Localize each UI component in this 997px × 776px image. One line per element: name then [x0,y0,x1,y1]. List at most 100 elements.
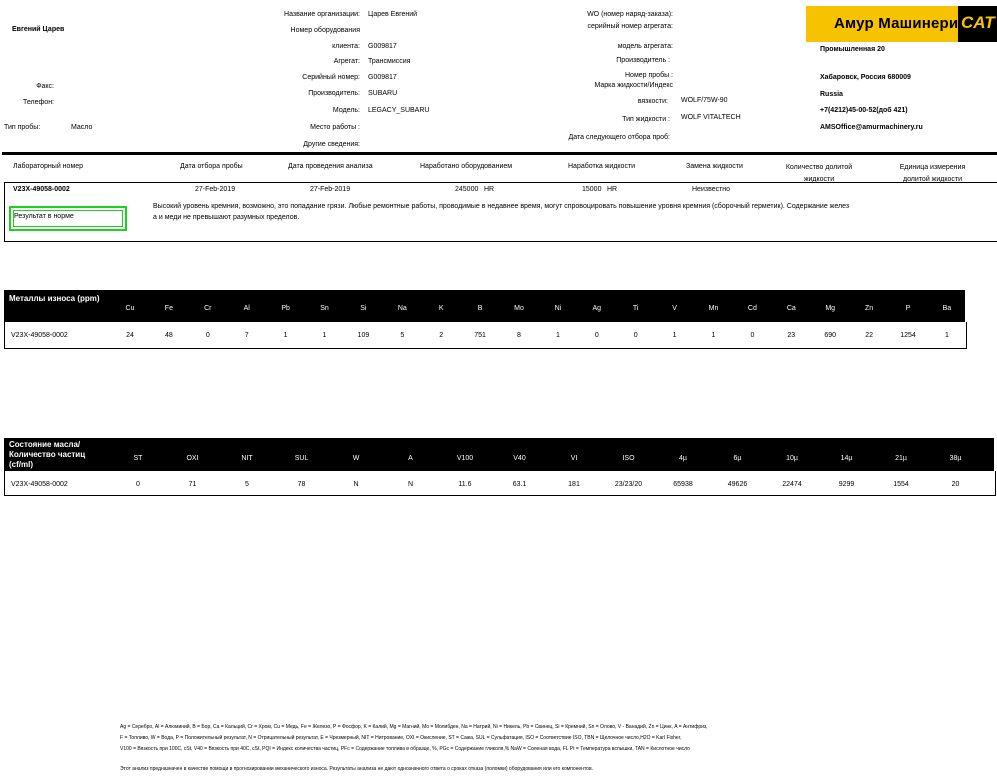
condition-col-9: ISO [622,455,635,462]
metals-col-9: B [477,305,483,312]
metals-col-8: K [438,305,444,312]
legend-line-2: F = Топливо, W = Вода, P = Положительный… [120,735,682,741]
metals-value-14: 1 [672,332,677,339]
condition-col-6: V100 [456,455,474,462]
metals-value-6: 109 [357,332,370,339]
metals-value-11: 1 [555,332,560,339]
metals-value-0: 24 [126,332,134,339]
metals-value-16: 0 [750,332,755,339]
fluid-type-value: WOLF VITALTECH [681,114,741,121]
condition-col-3: SUL [294,455,309,462]
metals-col-5: Sn [320,305,329,312]
unit-label: Агрегат: [333,58,360,65]
company-city: Хабаровск, Россия 680009 [820,74,911,81]
metals-col-21: Ba [942,305,952,312]
company-country: Russia [820,91,843,98]
metals-value-20: 1254 [900,332,916,339]
sample-number-label: Номер пробы : [625,72,673,79]
result-status-text: Результат в норме [14,213,74,220]
condition-col-14: 21µ [895,455,907,462]
fluid-hours-value: 15000 [582,186,602,193]
model-label: Модель: [332,107,360,114]
metals-value-9: 751 [474,332,486,339]
condition-col-7: V40 [513,455,526,462]
client-label: клиента: [332,43,360,50]
sample-lab-number: V23X-49058-0002 [13,186,70,193]
condition-value-5: N [407,481,414,488]
equip-hours-value: 245000 [455,186,479,193]
sample-type-value: Масло [71,124,93,131]
cat-logo-icon: CAT [958,6,997,42]
company-logo: Амур Машинери CAT [806,6,997,42]
condition-value-8: 181 [568,481,580,488]
metals-col-3: Al [243,305,250,312]
metals-col-7: Na [397,305,407,312]
metals-col-19: Zn [865,305,874,312]
sample-date-value: 27-Feb-2019 [195,186,236,193]
unit-manufacturer-label: Производитель : [616,57,670,64]
col-fluid-change: Замена жидкости [686,163,743,170]
manufacturer-value: SUBARU [368,90,398,97]
metals-value-19: 22 [865,332,873,339]
company-email: AMSOffice@amurmachinery.ru [820,124,923,131]
viscosity-label: вязкости: [637,98,668,105]
company-phone: +7(4212)45-00-52(доб 421) [820,107,908,114]
analysis-date-value: 27-Feb-2019 [310,186,351,193]
condition-col-4: W [352,455,360,462]
customer-name: Евгений Царев [12,26,65,33]
org-name-value: Царев Евгений [368,11,418,18]
condition-value-4: N [353,481,359,488]
metals-col-13: Ti [632,305,639,312]
condition-value-0: 0 [136,481,140,488]
equip-hours-unit: HR [484,186,495,193]
metals-value-5: 1 [322,332,327,339]
unit-serial-label: серийный номер агрегата: [587,23,674,30]
metals-col-10: Mo [514,305,524,312]
col-sample-date: Дата отбора пробы [180,163,243,170]
fax-label: Факс: [36,83,54,90]
fluid-brand-label: Марка жидкости/Индекс [594,82,673,89]
next-sample-label: Дата следующего отбора проб: [568,134,670,141]
result-status-badge: Результат в норме [9,206,127,231]
header-rule [2,152,997,155]
metals-col-16: Cd [747,305,757,312]
col-fluid-hours: Наработка жидкости [568,163,636,170]
legend-line-3: V100 = Вязкость при 100C, cSt, V40 = Вяз… [120,746,690,752]
metals-col-6: Si [360,305,367,312]
metals-col-20: P [905,305,911,312]
equip-number-label: Номер оборудования [290,27,360,34]
metals-value-3: 7 [244,332,249,339]
unit-model-label: модель агрегата: [617,43,673,50]
logo-text: Амур Машинери [834,15,959,32]
manufacturer-label: Производитель: [308,90,360,97]
col-analysis-date: Дата проведения анализа [288,163,373,170]
legend-line-1: Ag = Серебро, Al = Алюминий, B = Бор, Ca… [120,724,708,730]
condition-value-14: 1554 [893,481,909,488]
metals-value-17: 23 [787,332,796,339]
metals-value-18: 690 [824,332,837,339]
condition-col-12: 10µ [786,455,798,462]
serial-label: Серийный номер: [302,74,360,81]
other-label: Другие сведения: [303,141,360,148]
metals-col-4: Pb [281,305,290,312]
metals-value-8: 2 [439,332,444,339]
org-name-label: Название организации: [284,11,360,18]
condition-col-0: ST [133,455,143,462]
condition-value-15: 20 [951,481,960,488]
condition-value-11: 49626 [727,481,748,488]
fluid-change-value: Неизвестно [692,186,731,193]
metals-value-7: 5 [400,332,405,339]
condition-value-3: 78 [297,481,306,488]
metals-row-label: V23X-49058-0002 [11,332,68,339]
col-lab-number: Лабораторный номер [13,163,84,170]
comment-line-1: Высокий уровень кремния, возможно, это п… [153,203,850,210]
col-equip-hours: Наработано оборудованием [420,163,513,170]
condition-row-label: V23X-49058-0002 [11,481,68,488]
condition-col-1: OXI [186,455,199,462]
metals-value-15: 1 [711,332,716,339]
phone-label: Телефон: [23,99,54,106]
serial-value: G009817 [368,74,397,81]
condition-value-1: 71 [188,481,197,488]
workplace-label: Место работы : [310,124,360,131]
wo-label: WO (номер наряд-заказа): [587,11,673,18]
